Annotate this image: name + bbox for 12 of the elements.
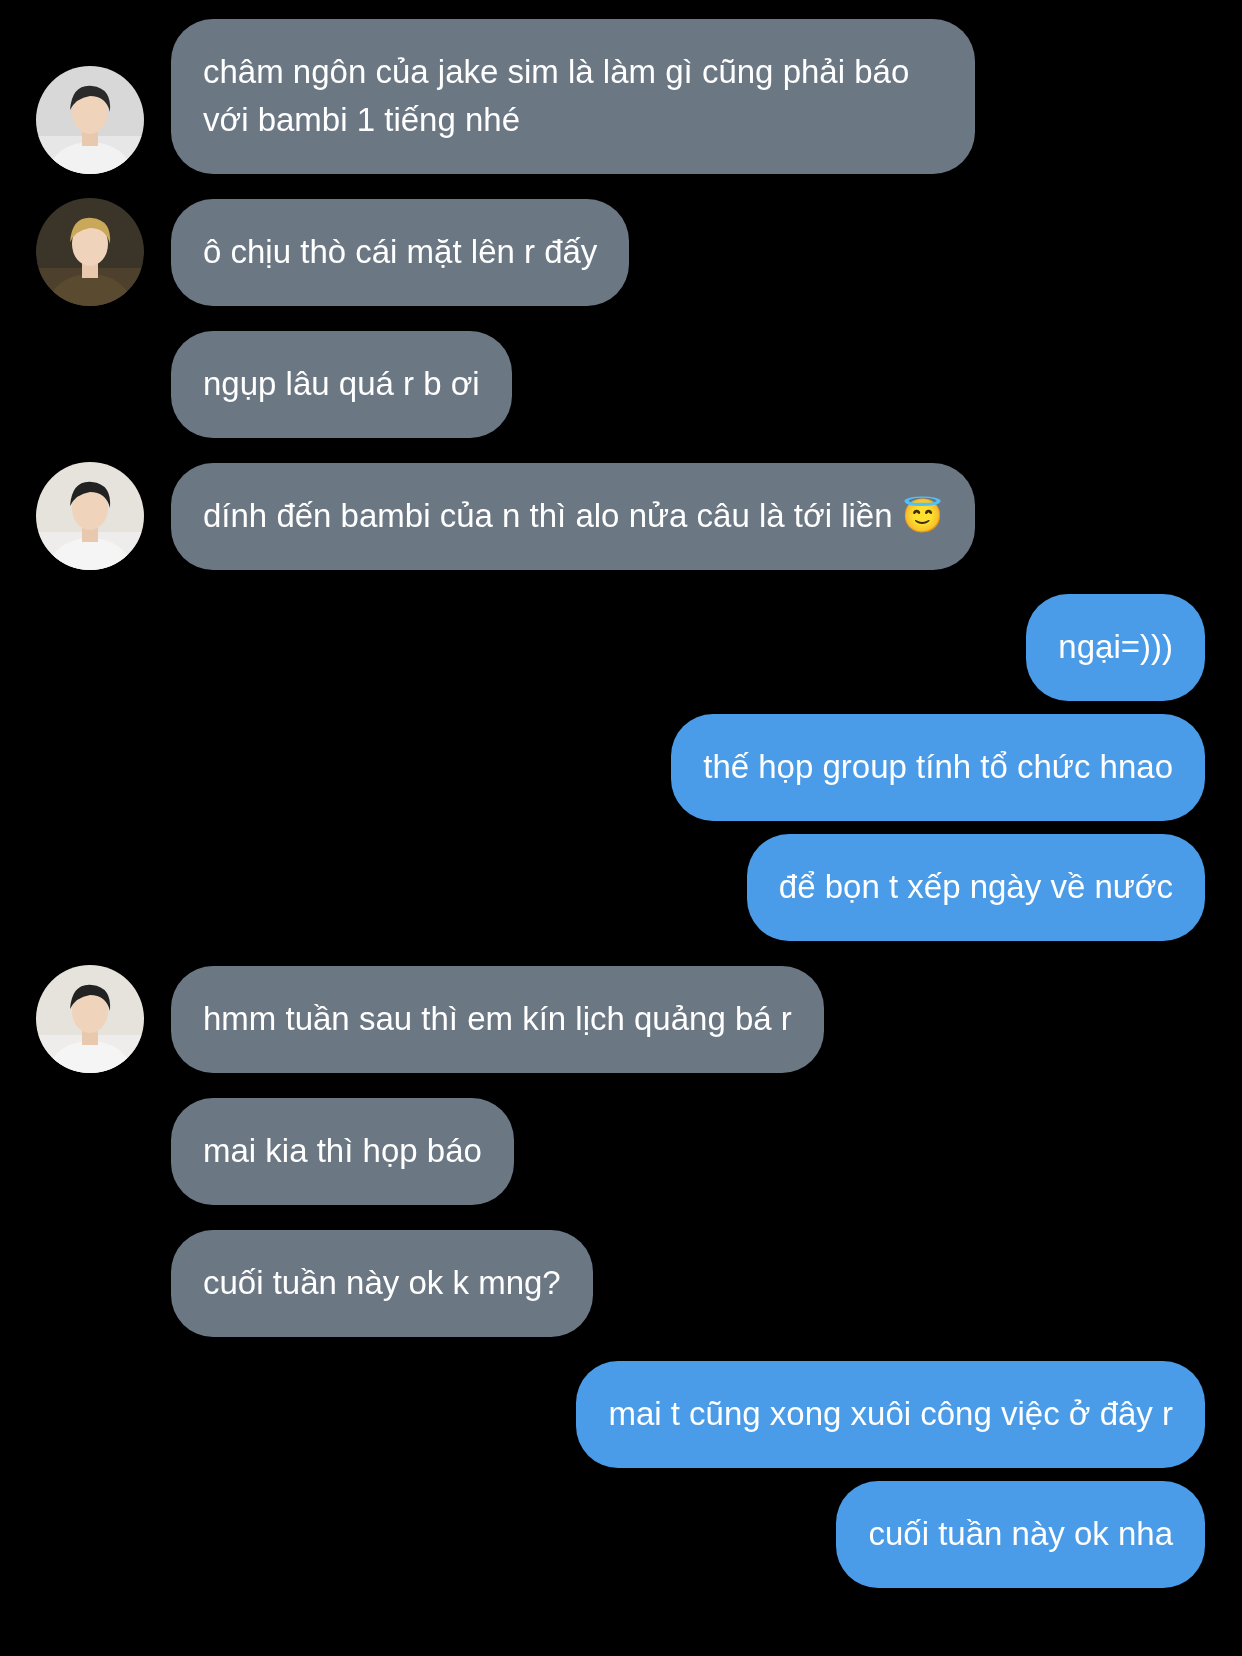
message-bubble: hmm tuần sau thì em kín lịch quảng bá r [171, 966, 824, 1073]
message-bubble: mai kia thì họp báo [171, 1098, 514, 1205]
message-bubble: để bọn t xếp ngày về nước [746, 834, 1205, 941]
message-bubble: thế họp group tính tổ chức hnao [671, 714, 1205, 821]
message-bubble: cuối tuần này ok k mng? [171, 1230, 593, 1337]
message-bubble: châm ngôn của jake sim là làm gì cũng phải báo với bambi 1 tiếng nhé [171, 19, 975, 174]
message-bubble: mai t cũng xong xuôi công việc ở đây r [576, 1361, 1205, 1468]
message-bubble: cuối tuần này ok nha [836, 1481, 1205, 1588]
message-bubble: dính đến bambi của n thì alo nửa câu là tới liền 😇 [171, 463, 975, 570]
message-bubble: ngại=))) [1026, 594, 1205, 701]
message-bubble: ngụp lâu quá r b ơi [171, 331, 512, 438]
message-bubble: ô chịu thò cái mặt lên r đấy [171, 199, 630, 306]
